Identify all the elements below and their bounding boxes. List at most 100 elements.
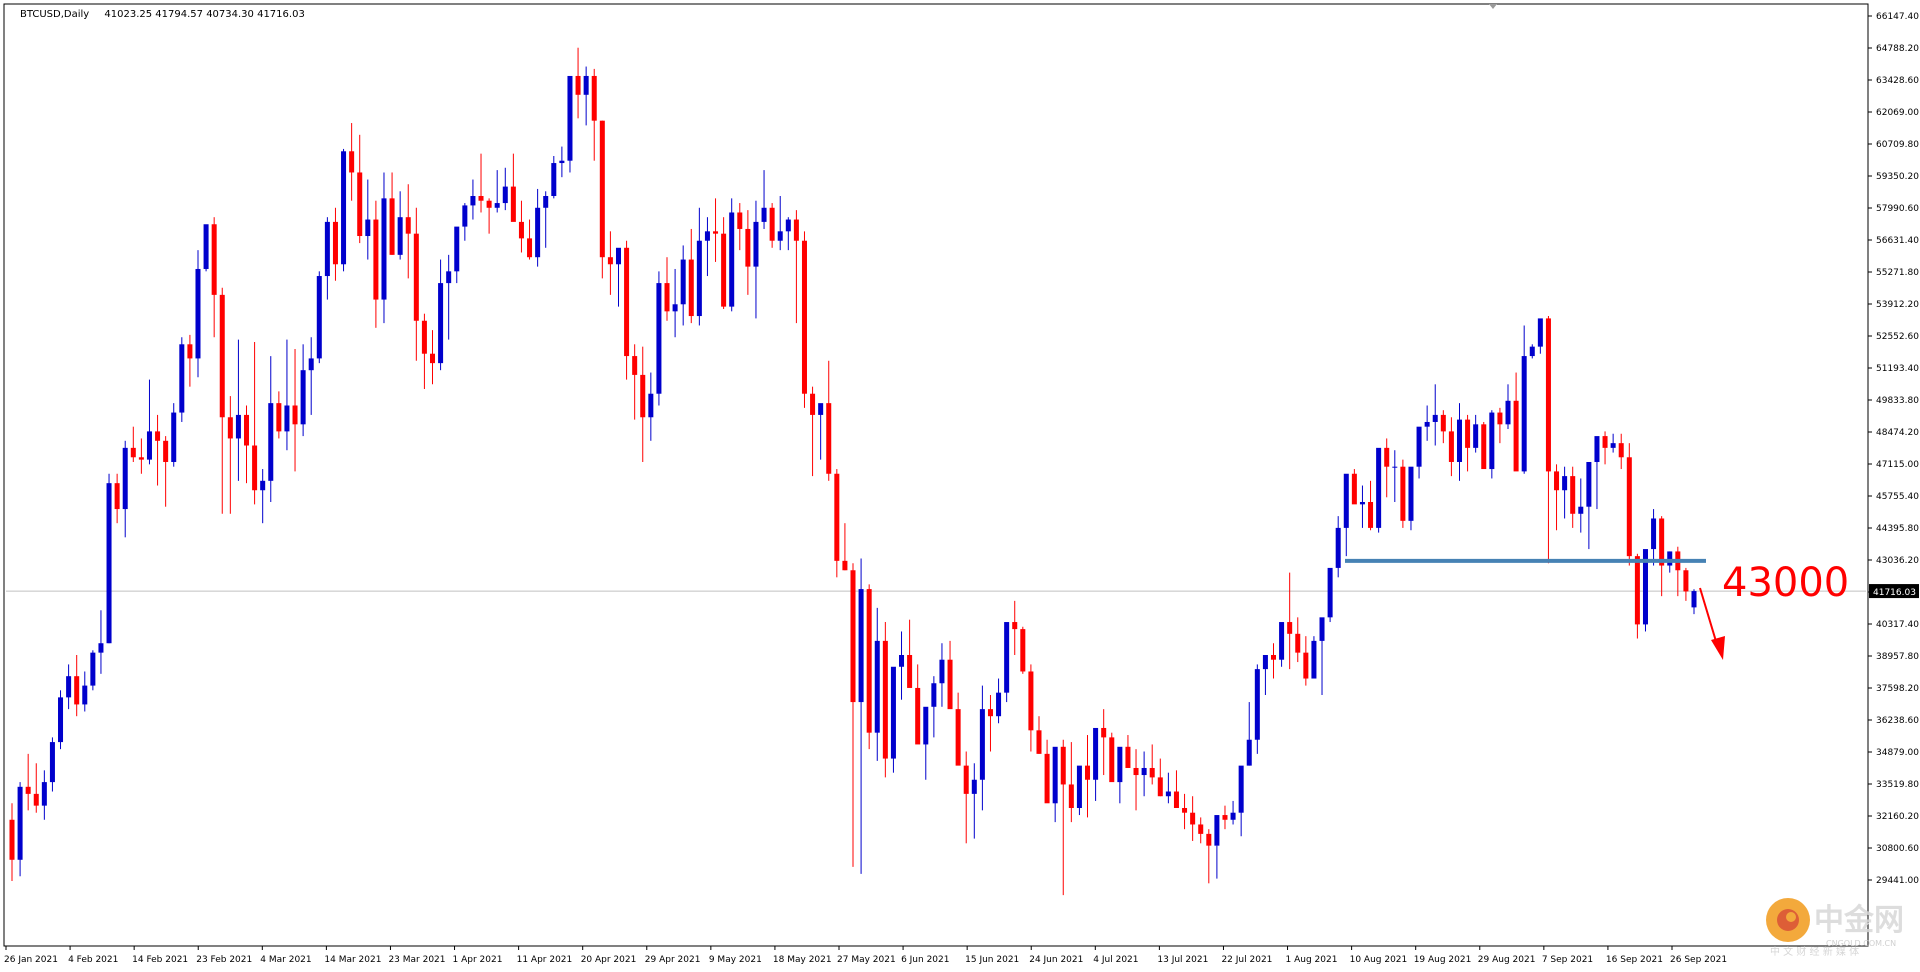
candle-body [227, 417, 233, 439]
candle-body [1562, 476, 1568, 491]
candle-body [648, 393, 654, 418]
candle-body [332, 221, 338, 265]
candle-body [1521, 356, 1527, 472]
candle-body [923, 706, 929, 745]
candle-body [826, 403, 832, 474]
candle-body [349, 151, 355, 173]
price-tick-label: 59350.20 [1876, 172, 1919, 182]
candle-body [527, 238, 533, 258]
candle-body [1497, 412, 1503, 425]
candle-body [1182, 807, 1188, 813]
candle-body [1270, 654, 1277, 660]
candle-body [1610, 443, 1616, 448]
candle-body [1262, 654, 1268, 670]
candle-body [680, 259, 686, 305]
candle-body [122, 447, 128, 510]
date-tick-label: 26 Sep 2021 [1670, 955, 1727, 965]
candle-body [834, 473, 840, 561]
candle-body [1392, 466, 1398, 468]
candle-body [389, 198, 395, 255]
candle-body [33, 793, 39, 806]
candle-body [729, 212, 735, 307]
candle-body [987, 709, 993, 717]
candle-body [1117, 746, 1123, 783]
date-tick-label: 22 Jul 2021 [1221, 955, 1272, 965]
candle-body [915, 687, 921, 745]
date-tick-label: 7 Sep 2021 [1542, 955, 1593, 965]
date-tick-label: 29 Apr 2021 [645, 955, 701, 965]
candle-body [518, 221, 524, 239]
watermark-title: 中金网 [1814, 903, 1904, 938]
candle-body [664, 283, 670, 312]
price-tick-label: 63428.60 [1876, 76, 1919, 86]
candle-body [429, 353, 436, 364]
chart-header: BTCUSD,Daily 41023.25 41794.57 40734.30 … [20, 9, 305, 20]
candle [1076, 765, 1082, 816]
candle-body [1683, 570, 1689, 592]
candle-body [373, 219, 379, 300]
candle-body [187, 344, 193, 359]
candle-body [1004, 622, 1010, 693]
candle-body [882, 640, 888, 759]
candle-body [793, 219, 799, 241]
candle-body [615, 247, 621, 265]
candle-body [470, 196, 476, 206]
candle-body [260, 480, 266, 491]
date-tick-label: 19 Aug 2021 [1414, 955, 1472, 965]
candle-body [219, 294, 225, 418]
candle-body [1085, 765, 1091, 780]
date-tick-label: 18 May 2021 [773, 955, 832, 965]
candle-body [1359, 502, 1365, 505]
price-tick-label: 66147.40 [1876, 12, 1919, 22]
date-tick-label: 11 Apr 2021 [517, 955, 573, 965]
candle-body [494, 203, 500, 208]
candle-body [1456, 419, 1462, 462]
candle [890, 666, 896, 773]
candle-body [17, 786, 23, 860]
candle [729, 198, 735, 312]
candle-body [1214, 815, 1220, 846]
price-tick-label: 55271.80 [1876, 268, 1919, 278]
date-tick-label: 14 Mar 2021 [324, 955, 381, 965]
candle-body [704, 231, 710, 241]
candle-body [1295, 633, 1301, 653]
candle [90, 650, 96, 691]
candle-body [1408, 466, 1414, 521]
candle-body [357, 172, 363, 237]
level-annotation: 43000 [1722, 560, 1849, 606]
candle [1481, 421, 1487, 470]
date-tick-label: 29 Aug 2021 [1478, 955, 1536, 965]
candle-body [300, 370, 306, 425]
watermark-tagline: 中 文 财 经 新 媒 体 [1770, 945, 1859, 958]
candle-body [276, 403, 282, 432]
date-tick-label: 4 Jul 2021 [1093, 955, 1138, 965]
date-tick-label: 16 Sep 2021 [1606, 955, 1663, 965]
price-tick-label: 29441.00 [1876, 876, 1919, 886]
candle-body [90, 652, 96, 686]
candle-body [907, 654, 913, 688]
candle-body [1335, 527, 1341, 568]
candle [1109, 732, 1115, 783]
date-tick-label: 10 Aug 2021 [1350, 955, 1408, 965]
candle-body [753, 221, 759, 267]
candle-body [721, 233, 727, 307]
candle-body [1626, 457, 1632, 557]
candle-body [1141, 767, 1147, 776]
candle-body [785, 219, 791, 232]
candle-body [163, 440, 169, 462]
candle-body [98, 643, 104, 653]
candle-body [114, 483, 120, 510]
candle-body [696, 240, 702, 317]
candle [866, 584, 872, 750]
price-tick-label: 57990.60 [1876, 204, 1919, 214]
candle-body [745, 228, 751, 267]
candle-body [502, 186, 508, 204]
candle-body [656, 283, 662, 394]
candle-body [737, 212, 743, 229]
candle-body [1618, 443, 1624, 458]
candle-body [421, 320, 427, 354]
candle-body [1634, 556, 1640, 625]
candle-body [858, 589, 864, 703]
candle-body [1319, 617, 1325, 641]
date-tick-label: 1 Apr 2021 [453, 955, 503, 965]
